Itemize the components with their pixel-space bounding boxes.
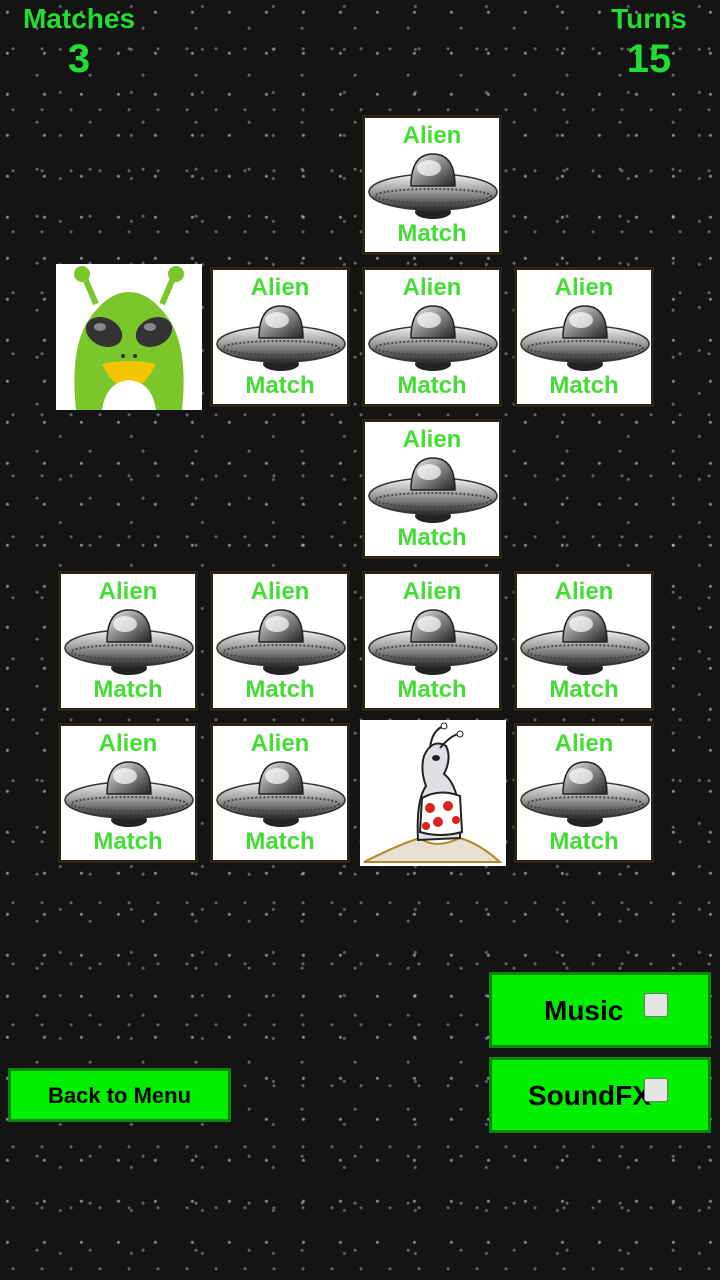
- card-bottom-text: Match: [397, 524, 467, 551]
- soundfx-toggle[interactable]: SoundFX: [489, 1057, 711, 1133]
- turns-label: Turns: [611, 3, 687, 34]
- ufo-icon: [368, 305, 498, 372]
- card-bottom-text: Match: [397, 220, 467, 247]
- ufo-icon: [520, 609, 650, 676]
- card-back[interactable]: Alien Match: [514, 723, 654, 863]
- card-back[interactable]: Alien Match: [362, 571, 502, 711]
- card-bottom-text: Match: [93, 828, 163, 855]
- card-back[interactable]: Alien Match: [514, 571, 654, 711]
- ufo-icon: [368, 457, 498, 524]
- matches-counter: Matches 3: [18, 2, 140, 82]
- music-label: Music: [544, 995, 624, 1026]
- green-alien-icon: [74, 266, 184, 410]
- revealed-card-slug-alien[interactable]: [360, 720, 506, 866]
- slug-alien-icon: [363, 722, 503, 863]
- card-bottom-text: Match: [245, 828, 315, 855]
- card-bottom-text: Match: [245, 372, 315, 399]
- turns-counter: Turns 15: [600, 2, 698, 82]
- card-back[interactable]: Alien Match: [514, 267, 654, 407]
- ufo-icon: [64, 761, 194, 828]
- ufo-icon: [216, 305, 346, 372]
- turns-value: 15: [626, 37, 672, 81]
- ufo-icon: [64, 609, 194, 676]
- soundfx-label: SoundFX: [528, 1080, 651, 1111]
- card-back[interactable]: Alien Match: [362, 115, 502, 255]
- card-back[interactable]: Alien Match: [58, 723, 198, 863]
- card-back[interactable]: Alien Match: [58, 571, 198, 711]
- ufo-icon: [520, 761, 650, 828]
- matches-value: 3: [67, 37, 91, 81]
- card-bottom-text: Match: [93, 676, 163, 703]
- card-back[interactable]: Alien Match: [362, 419, 502, 559]
- card-bottom-text: Match: [549, 372, 619, 399]
- card-back[interactable]: Alien Match: [210, 267, 350, 407]
- card-bottom-text: Match: [397, 372, 467, 399]
- matches-label: Matches: [22, 3, 136, 34]
- ufo-icon: [216, 761, 346, 828]
- card-back[interactable]: Alien Match: [210, 723, 350, 863]
- back-to-menu-button[interactable]: Back to Menu: [8, 1068, 231, 1122]
- ufo-icon: [520, 305, 650, 372]
- card-back[interactable]: Alien Match: [362, 267, 502, 407]
- ufo-icon: [368, 153, 498, 220]
- card-bottom-text: Match: [549, 676, 619, 703]
- card-bottom-text: Match: [245, 676, 315, 703]
- revealed-card-green-alien[interactable]: [56, 264, 202, 410]
- card-bottom-text: Match: [549, 828, 619, 855]
- ufo-icon: [368, 609, 498, 676]
- soundfx-checkbox[interactable]: [644, 1078, 668, 1102]
- card-bottom-text: Match: [397, 676, 467, 703]
- music-toggle[interactable]: Music: [489, 972, 711, 1048]
- ufo-icon: [216, 609, 346, 676]
- card-back[interactable]: Alien Match: [210, 571, 350, 711]
- music-checkbox[interactable]: [644, 993, 668, 1017]
